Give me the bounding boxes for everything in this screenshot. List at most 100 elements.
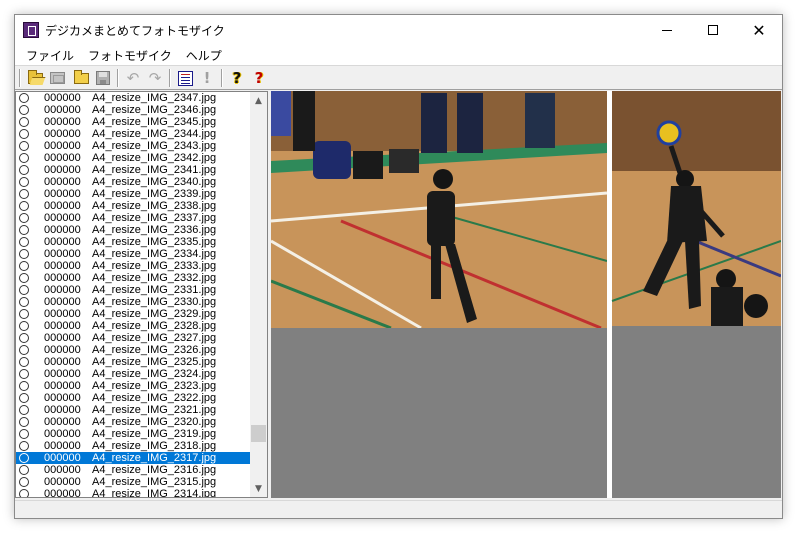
- list-item[interactable]: 000000 A4_resize_IMG_2330.jpg: [16, 296, 250, 308]
- file-list-scrollbar[interactable]: ▲ ▼: [250, 92, 267, 497]
- list-button[interactable]: [175, 69, 195, 87]
- radio-circle-icon[interactable]: [19, 105, 29, 115]
- radio-circle-icon[interactable]: [19, 381, 29, 391]
- list-item[interactable]: 000000 A4_resize_IMG_2331.jpg: [16, 284, 250, 296]
- equipment-bag: [389, 149, 419, 173]
- menu-photo-mosaic[interactable]: フォトモザイク: [81, 47, 179, 64]
- radio-circle-icon[interactable]: [19, 429, 29, 439]
- radio-circle-icon[interactable]: [19, 441, 29, 451]
- help-button[interactable]: ?: [227, 69, 247, 87]
- minimize-button[interactable]: [644, 15, 690, 45]
- list-item[interactable]: 000000 A4_resize_IMG_2316.jpg: [16, 464, 250, 476]
- list-item[interactable]: 000000 A4_resize_IMG_2315.jpg: [16, 476, 250, 488]
- maximize-button[interactable]: [690, 15, 736, 45]
- list-item[interactable]: 000000 A4_resize_IMG_2323.jpg: [16, 380, 250, 392]
- list-item[interactable]: 000000 A4_resize_IMG_2343.jpg: [16, 140, 250, 152]
- list-item[interactable]: 000000 A4_resize_IMG_2314.jpg: [16, 488, 250, 497]
- list-item[interactable]: 000000 A4_resize_IMG_2320.jpg: [16, 416, 250, 428]
- undo-button[interactable]: ↶: [123, 69, 143, 87]
- list-item[interactable]: 000000 A4_resize_IMG_2321.jpg: [16, 404, 250, 416]
- radio-circle-icon[interactable]: [19, 153, 29, 163]
- list-item[interactable]: 000000 A4_resize_IMG_2327.jpg: [16, 332, 250, 344]
- list-item[interactable]: 000000 A4_resize_IMG_2342.jpg: [16, 152, 250, 164]
- menu-file[interactable]: ファイル: [19, 47, 81, 64]
- radio-circle-icon[interactable]: [19, 477, 29, 487]
- list-item[interactable]: 000000 A4_resize_IMG_2318.jpg: [16, 440, 250, 452]
- list-item[interactable]: 000000 A4_resize_IMG_2329.jpg: [16, 308, 250, 320]
- radio-circle-icon[interactable]: [19, 417, 29, 427]
- radio-circle-icon[interactable]: [19, 465, 29, 475]
- list-item[interactable]: 000000 A4_resize_IMG_2325.jpg: [16, 356, 250, 368]
- radio-circle-icon[interactable]: [19, 249, 29, 259]
- list-item-code: 000000: [44, 164, 81, 176]
- radio-circle-icon[interactable]: [19, 165, 29, 175]
- close-button[interactable]: ✕: [736, 15, 782, 45]
- list-item[interactable]: 000000 A4_resize_IMG_2346.jpg: [16, 104, 250, 116]
- list-item[interactable]: 000000 A4_resize_IMG_2333.jpg: [16, 260, 250, 272]
- list-item[interactable]: 000000 A4_resize_IMG_2340.jpg: [16, 176, 250, 188]
- list-item[interactable]: 000000 A4_resize_IMG_2338.jpg: [16, 200, 250, 212]
- help-icon: ?: [232, 69, 242, 87]
- title-bar[interactable]: デジカメまとめてフォトモザイク ✕: [15, 15, 782, 45]
- open-image-button[interactable]: [47, 69, 67, 87]
- open-folder-button[interactable]: [25, 69, 45, 87]
- radio-circle-icon[interactable]: [19, 237, 29, 247]
- folder-button[interactable]: [71, 69, 91, 87]
- radio-circle-icon[interactable]: [19, 405, 29, 415]
- radio-circle-icon[interactable]: [19, 285, 29, 295]
- list-item-filename: A4_resize_IMG_2316.jpg: [92, 464, 217, 476]
- list-item-code: 000000: [44, 176, 81, 188]
- radio-circle-icon[interactable]: [19, 393, 29, 403]
- list-item[interactable]: 000000 A4_resize_IMG_2337.jpg: [16, 212, 250, 224]
- exclamation-button[interactable]: !: [197, 69, 217, 87]
- list-item[interactable]: 000000 A4_resize_IMG_2345.jpg: [16, 116, 250, 128]
- radio-circle-icon[interactable]: [19, 321, 29, 331]
- volleyball: [656, 120, 682, 146]
- list-item[interactable]: 000000 A4_resize_IMG_2322.jpg: [16, 392, 250, 404]
- list-item[interactable]: 000000 A4_resize_IMG_2335.jpg: [16, 236, 250, 248]
- radio-circle-icon[interactable]: [19, 261, 29, 271]
- list-item[interactable]: 000000 A4_resize_IMG_2339.jpg: [16, 188, 250, 200]
- list-item[interactable]: 000000 A4_resize_IMG_2336.jpg: [16, 224, 250, 236]
- preview-empty-area: [271, 328, 607, 498]
- radio-circle-icon[interactable]: [19, 129, 29, 139]
- list-item[interactable]: 000000 A4_resize_IMG_2334.jpg: [16, 248, 250, 260]
- scroll-down-button[interactable]: ▼: [250, 480, 267, 497]
- list-item[interactable]: 000000 A4_resize_IMG_2319.jpg: [16, 428, 250, 440]
- list-item[interactable]: 000000 A4_resize_IMG_2341.jpg: [16, 164, 250, 176]
- context-help-button[interactable]: ?: [249, 69, 269, 87]
- list-item[interactable]: 000000 A4_resize_IMG_2332.jpg: [16, 272, 250, 284]
- radio-circle-icon[interactable]: [19, 369, 29, 379]
- radio-circle-icon[interactable]: [19, 309, 29, 319]
- menu-help[interactable]: ヘルプ: [179, 47, 229, 64]
- radio-circle-icon[interactable]: [19, 489, 29, 497]
- list-item-code: 000000: [44, 128, 81, 140]
- radio-circle-icon[interactable]: [19, 141, 29, 151]
- list-item[interactable]: 000000 A4_resize_IMG_2326.jpg: [16, 344, 250, 356]
- radio-circle-icon[interactable]: [19, 177, 29, 187]
- radio-circle-icon[interactable]: [19, 357, 29, 367]
- photo-right: [611, 91, 781, 498]
- list-item[interactable]: 000000 A4_resize_IMG_2317.jpg: [16, 452, 250, 464]
- chevron-down-icon: ▼: [255, 483, 262, 494]
- radio-circle-icon[interactable]: [19, 189, 29, 199]
- save-button[interactable]: [93, 69, 113, 87]
- list-item[interactable]: 000000 A4_resize_IMG_2347.jpg: [16, 92, 250, 104]
- list-item[interactable]: 000000 A4_resize_IMG_2324.jpg: [16, 368, 250, 380]
- radio-circle-icon[interactable]: [19, 453, 29, 463]
- scroll-thumb[interactable]: [251, 425, 266, 442]
- scroll-up-button[interactable]: ▲: [250, 92, 267, 109]
- radio-circle-icon[interactable]: [19, 117, 29, 127]
- list-item[interactable]: 000000 A4_resize_IMG_2328.jpg: [16, 320, 250, 332]
- radio-circle-icon[interactable]: [19, 333, 29, 343]
- list-item[interactable]: 000000 A4_resize_IMG_2344.jpg: [16, 128, 250, 140]
- radio-circle-icon[interactable]: [19, 273, 29, 283]
- radio-circle-icon[interactable]: [19, 345, 29, 355]
- radio-circle-icon[interactable]: [19, 201, 29, 211]
- radio-circle-icon[interactable]: [19, 225, 29, 235]
- radio-circle-icon[interactable]: [19, 93, 29, 103]
- radio-circle-icon[interactable]: [19, 297, 29, 307]
- redo-button[interactable]: ↷: [145, 69, 165, 87]
- radio-circle-icon[interactable]: [19, 213, 29, 223]
- list-item-filename: A4_resize_IMG_2321.jpg: [92, 404, 217, 416]
